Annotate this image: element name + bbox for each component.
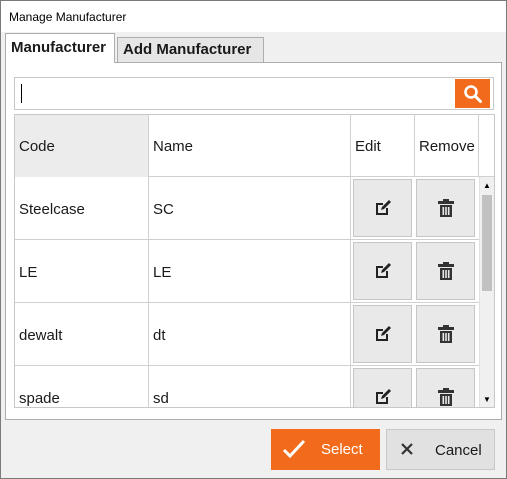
window-title: Manage Manufacturer <box>9 10 127 24</box>
manage-manufacturer-window: Manage Manufacturer Manufacturer Add Man… <box>0 0 507 479</box>
edit-button[interactable] <box>353 368 412 407</box>
column-header-code[interactable]: Code <box>15 115 149 177</box>
column-header-filler <box>479 115 494 177</box>
cell-code[interactable]: LE <box>15 240 149 302</box>
trash-icon <box>437 325 454 343</box>
edit-button[interactable] <box>353 305 412 363</box>
cell-name[interactable]: dt <box>149 303 351 365</box>
search-input[interactable] <box>15 78 451 109</box>
cancel-button-label: Cancel <box>435 442 482 459</box>
cell-code[interactable]: dewalt <box>15 303 149 365</box>
remove-button[interactable] <box>416 368 475 407</box>
text-caret <box>21 84 22 103</box>
title-bar: Manage Manufacturer <box>1 1 506 32</box>
scroll-down-arrow-icon[interactable]: ▼ <box>480 393 494 407</box>
tab-panel: Code Name Edit Remove Steelcase SC LE LE… <box>5 62 502 420</box>
close-icon <box>401 443 413 455</box>
cancel-button[interactable]: Cancel <box>386 429 495 470</box>
table-row[interactable]: LE LE <box>15 240 479 303</box>
column-header-name[interactable]: Name <box>149 115 351 177</box>
edit-button[interactable] <box>353 179 412 237</box>
trash-icon <box>437 262 454 280</box>
edit-button[interactable] <box>353 242 412 300</box>
column-header-remove[interactable]: Remove <box>415 115 479 177</box>
trash-icon <box>437 388 454 406</box>
cell-name[interactable]: LE <box>149 240 351 302</box>
table-row[interactable]: Steelcase SC <box>15 177 479 240</box>
cell-code[interactable]: Steelcase <box>15 177 149 239</box>
remove-button[interactable] <box>416 242 475 300</box>
column-header-edit[interactable]: Edit <box>351 115 415 177</box>
table-row[interactable]: spade sd <box>15 366 479 407</box>
remove-button[interactable] <box>416 179 475 237</box>
scroll-up-arrow-icon[interactable]: ▲ <box>480 179 494 193</box>
select-button-label: Select <box>321 441 363 458</box>
search-icon <box>463 84 482 103</box>
vertical-scrollbar[interactable]: ▲ ▼ <box>479 177 494 407</box>
tab-add-manufacturer[interactable]: Add Manufacturer <box>117 37 264 63</box>
search-button[interactable] <box>455 79 490 108</box>
edit-icon <box>375 200 391 215</box>
remove-button[interactable] <box>416 305 475 363</box>
edit-icon <box>375 389 391 404</box>
table-row[interactable]: dewalt dt <box>15 303 479 366</box>
edit-icon <box>375 263 391 278</box>
tab-manufacturer[interactable]: Manufacturer <box>5 33 115 63</box>
search-bar <box>14 77 494 110</box>
edit-icon <box>375 326 391 341</box>
select-button[interactable]: Select <box>271 429 380 470</box>
grid-header: Code Name Edit Remove <box>15 115 494 177</box>
manufacturer-grid: Code Name Edit Remove Steelcase SC LE LE… <box>14 114 495 408</box>
trash-icon <box>437 199 454 217</box>
cell-name[interactable]: sd <box>149 366 351 407</box>
checkmark-icon <box>282 439 306 459</box>
scrollbar-thumb[interactable] <box>482 195 492 291</box>
cell-code[interactable]: spade <box>15 366 149 407</box>
cell-name[interactable]: SC <box>149 177 351 239</box>
